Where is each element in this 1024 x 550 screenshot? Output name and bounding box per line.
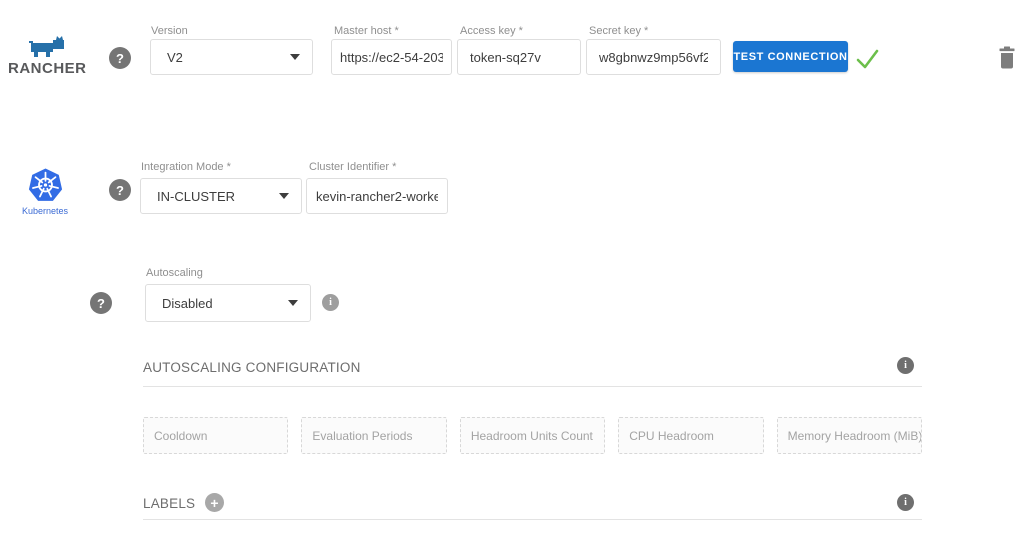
access-key-input[interactable] bbox=[470, 50, 568, 65]
plus-icon: + bbox=[210, 495, 218, 511]
info-icon-glyph: i bbox=[904, 360, 907, 371]
autoscaling-config-fields-row: Cooldown Evaluation Periods Headroom Uni… bbox=[143, 417, 922, 454]
info-icon[interactable]: i bbox=[897, 494, 914, 511]
rancher-logo: RANCHER bbox=[8, 36, 86, 77]
help-icon-glyph: ? bbox=[116, 183, 124, 198]
integration-mode-label: Integration Mode * bbox=[141, 161, 231, 173]
cpu-headroom-field: CPU Headroom bbox=[618, 417, 763, 454]
info-icon-glyph: i bbox=[329, 297, 332, 308]
autoscaling-value: Disabled bbox=[162, 296, 213, 311]
master-host-field-box bbox=[331, 39, 452, 75]
secret-key-label: Secret key * bbox=[589, 25, 648, 37]
version-label: Version bbox=[151, 25, 188, 37]
chevron-down-icon bbox=[288, 300, 298, 306]
secret-key-input[interactable] bbox=[599, 50, 708, 65]
kubernetes-helm-icon bbox=[28, 168, 63, 202]
info-icon[interactable]: i bbox=[897, 357, 914, 374]
cluster-identifier-field-box bbox=[306, 178, 448, 214]
chevron-down-icon bbox=[290, 54, 300, 60]
memory-headroom-field: Memory Headroom (MiB) bbox=[777, 417, 922, 454]
version-select[interactable]: V2 bbox=[150, 39, 313, 75]
integration-mode-value: IN-CLUSTER bbox=[157, 189, 235, 204]
cluster-identifier-input[interactable] bbox=[316, 189, 438, 204]
master-host-label: Master host * bbox=[334, 25, 399, 37]
info-icon[interactable]: i bbox=[322, 294, 339, 311]
cluster-integration-form: RANCHER ? Version V2 Master host * Acces… bbox=[0, 0, 1024, 550]
rancher-bull-icon bbox=[28, 36, 66, 58]
cooldown-field: Cooldown bbox=[143, 417, 288, 454]
help-icon-glyph: ? bbox=[116, 51, 124, 66]
test-connection-button[interactable]: TEST CONNECTION bbox=[733, 41, 848, 72]
access-key-label: Access key * bbox=[460, 25, 523, 37]
rancher-logo-text: RANCHER bbox=[8, 60, 86, 77]
access-key-field-box bbox=[457, 39, 581, 75]
kubernetes-logo: Kubernetes bbox=[10, 168, 80, 216]
help-icon[interactable]: ? bbox=[90, 292, 112, 314]
master-host-input[interactable] bbox=[340, 50, 443, 65]
autoscaling-select[interactable]: Disabled bbox=[145, 284, 311, 322]
cluster-identifier-label: Cluster Identifier * bbox=[309, 161, 396, 173]
secret-key-field-box bbox=[586, 39, 721, 75]
integration-mode-select[interactable]: IN-CLUSTER bbox=[140, 178, 302, 214]
kubernetes-logo-text: Kubernetes bbox=[10, 206, 80, 216]
help-icon[interactable]: ? bbox=[109, 179, 131, 201]
labels-section-title: LABELS bbox=[143, 496, 195, 511]
help-icon-glyph: ? bbox=[97, 296, 105, 311]
info-icon-glyph: i bbox=[904, 497, 907, 508]
headroom-units-count-field: Headroom Units Count bbox=[460, 417, 605, 454]
connection-success-check-icon bbox=[854, 47, 881, 71]
version-value: V2 bbox=[167, 50, 183, 65]
autoscaling-label: Autoscaling bbox=[146, 267, 203, 279]
chevron-down-icon bbox=[279, 193, 289, 199]
delete-trash-icon[interactable] bbox=[997, 45, 1017, 70]
section-divider bbox=[143, 519, 922, 520]
add-label-button[interactable]: + bbox=[205, 493, 224, 512]
section-divider bbox=[143, 386, 922, 387]
autoscaling-configuration-title: AUTOSCALING CONFIGURATION bbox=[143, 360, 361, 375]
evaluation-periods-field: Evaluation Periods bbox=[301, 417, 446, 454]
help-icon[interactable]: ? bbox=[109, 47, 131, 69]
